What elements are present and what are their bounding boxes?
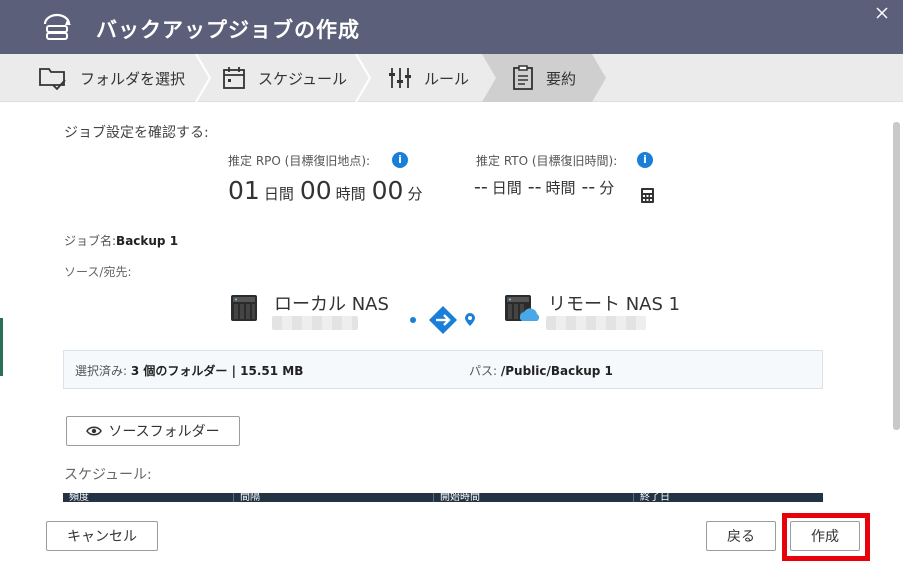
schedule-col-end-date: 終了日	[633, 493, 670, 502]
rto-info-icon[interactable]: i	[637, 152, 653, 168]
step-schedule: スケジュール	[222, 54, 347, 102]
selected-label: 選択済み:	[75, 364, 128, 378]
backup-drive-icon	[43, 13, 71, 40]
title-bar: バックアップジョブの作成	[0, 0, 903, 54]
schedule-label: スケジュール:	[64, 467, 152, 483]
selected-value: 3 個のフォルダー | 15.51 MB	[130, 364, 304, 378]
eye-icon	[86, 426, 103, 436]
schedule-table-header: 頻度 間隔 開始時間 終了日	[63, 493, 823, 502]
back-button[interactable]: 戻る	[706, 521, 776, 551]
sliders-icon	[389, 68, 411, 88]
job-name-value: Backup 1	[116, 234, 179, 248]
calculator-icon[interactable]	[641, 188, 654, 203]
close-icon[interactable]	[875, 6, 889, 20]
source-folder-button[interactable]: ソースフォルダー	[66, 416, 240, 446]
step-label: 要約	[546, 69, 577, 88]
job-name-label: ジョブ名:	[64, 234, 117, 248]
folder-check-icon	[39, 68, 66, 91]
destination-pin-icon	[465, 313, 475, 326]
rto-days-unit: 日間	[491, 179, 522, 197]
rpo-hours-unit: 時間	[335, 185, 366, 203]
rto-minutes-unit: 分	[599, 179, 615, 197]
rpo-hours: 00	[299, 176, 332, 205]
source-folder-button-label: ソースフォルダー	[108, 424, 220, 440]
source-dot-icon	[410, 317, 416, 323]
source-destination-label: ソース/宛先:	[64, 265, 132, 279]
remote-nas-name: リモート NAS 1	[548, 294, 681, 315]
local-nas-address-redacted	[272, 316, 358, 330]
rpo-info-icon[interactable]: i	[392, 152, 408, 168]
rto-value: -- 日間 -- 時間 -- 分	[474, 176, 620, 212]
content-scrollbar[interactable]	[893, 122, 900, 430]
local-nas-icon	[231, 295, 257, 321]
rto-days: --	[474, 176, 488, 198]
remote-nas-address-redacted	[546, 316, 646, 330]
remote-nas-icon	[505, 295, 540, 321]
calendar-icon	[223, 67, 245, 89]
schedule-col-frequency: 頻度	[69, 493, 89, 502]
rpo-value: 01 日間 00 時間 00 分	[228, 176, 428, 212]
rto-hours: --	[527, 176, 542, 198]
rpo-days-unit: 日間	[263, 185, 294, 203]
window-title: バックアップジョブの作成	[96, 18, 360, 42]
rpo-days: 01	[228, 176, 260, 205]
step-label: スケジュール	[258, 69, 347, 88]
path-label: パス:	[469, 364, 498, 378]
cancel-button[interactable]: キャンセル	[46, 521, 158, 551]
schedule-col-interval: 間隔	[233, 493, 260, 502]
confirm-heading: ジョブ設定を確認する:	[64, 125, 209, 141]
step-summary: 要約	[512, 54, 576, 102]
create-button-highlight	[782, 513, 870, 561]
step-label: ルール	[424, 69, 470, 88]
selection-summary-box: 選択済み: 3 個のフォルダー | 15.51 MB パス: /Public/B…	[63, 350, 823, 389]
rpo-label: 推定 RPO (目標復旧地点):	[228, 154, 371, 168]
step-separator	[195, 54, 211, 102]
rto-minutes: --	[581, 176, 596, 198]
rpo-minutes: 00	[371, 176, 404, 205]
schedule-col-start-time: 開始時間	[433, 493, 480, 502]
step-separator	[355, 54, 371, 102]
path-value: /Public/Backup 1	[500, 364, 613, 378]
job-name: ジョブ名:Backup 1	[64, 232, 178, 249]
transfer-arrow-icon	[429, 306, 457, 334]
rto-label: 推定 RTO (目標復旧時間):	[476, 154, 618, 168]
step-label: フォルダを選択	[80, 69, 186, 88]
local-nas-name: ローカル NAS	[274, 294, 389, 315]
step-rules: ルール	[388, 54, 469, 102]
step-select-folder: フォルダを選択	[38, 54, 185, 102]
clipboard-icon	[513, 65, 533, 90]
rto-hours-unit: 時間	[545, 179, 576, 197]
background-window-edge	[0, 318, 3, 376]
selected-folders: 選択済み: 3 個のフォルダー | 15.51 MB	[75, 362, 303, 379]
destination-path: パス: /Public/Backup 1	[469, 362, 613, 379]
rpo-minutes-unit: 分	[407, 185, 423, 203]
